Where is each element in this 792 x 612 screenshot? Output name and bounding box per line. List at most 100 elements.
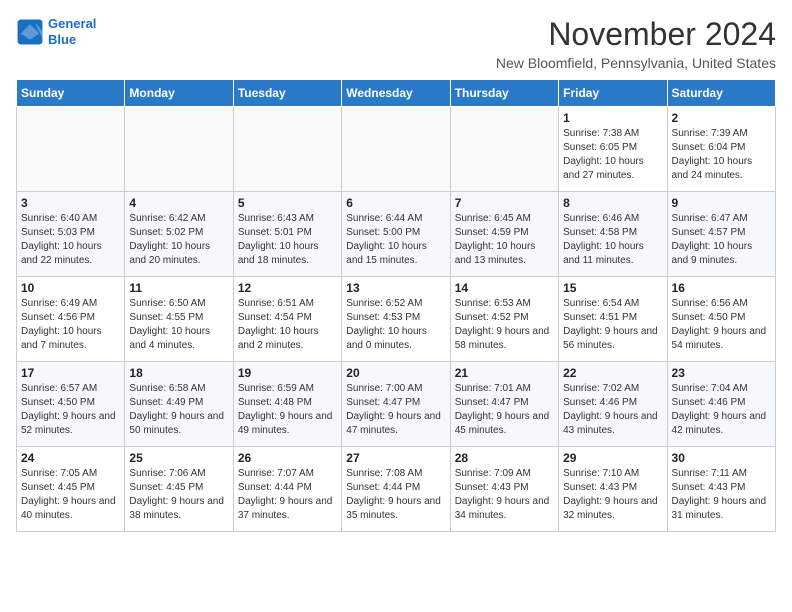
day-number: 4 [129,196,228,210]
day-detail: Sunrise: 6:53 AMSunset: 4:52 PMDaylight:… [455,297,554,353]
day-number: 8 [563,196,662,210]
day-detail: Sunrise: 6:57 AMSunset: 4:50 PMDaylight:… [21,382,120,438]
day-detail: Sunrise: 7:05 AMSunset: 4:45 PMDaylight:… [21,467,120,523]
day-number: 16 [672,281,771,295]
day-number: 13 [346,281,445,295]
day-detail: Sunrise: 7:01 AMSunset: 4:47 PMDaylight:… [455,382,554,438]
week-row-1: 1 Sunrise: 7:38 AMSunset: 6:05 PMDaylight… [17,107,776,192]
title-block: November 2024 New Bloomfield, Pennsylvan… [496,16,776,71]
header-row: SundayMondayTuesdayWednesdayThursdayFrid… [17,80,776,107]
location: New Bloomfield, Pennsylvania, United Sta… [496,55,776,71]
day-detail: Sunrise: 6:56 AMSunset: 4:50 PMDaylight:… [672,297,771,353]
day-detail: Sunrise: 7:02 AMSunset: 4:46 PMDaylight:… [563,382,662,438]
day-detail: Sunrise: 7:09 AMSunset: 4:43 PMDaylight:… [455,467,554,523]
day-number: 1 [563,111,662,125]
day-cell: 1 Sunrise: 7:38 AMSunset: 6:05 PMDaylight… [559,107,667,192]
day-detail: Sunrise: 7:04 AMSunset: 4:46 PMDaylight:… [672,382,771,438]
day-cell: 25 Sunrise: 7:06 AMSunset: 4:45 PMDayligh… [125,447,233,532]
week-row-4: 17 Sunrise: 6:57 AMSunset: 4:50 PMDayligh… [17,362,776,447]
day-number: 10 [21,281,120,295]
day-number: 28 [455,451,554,465]
day-number: 2 [672,111,771,125]
week-row-3: 10 Sunrise: 6:49 AMSunset: 4:56 PMDayligh… [17,277,776,362]
day-cell: 15Sunrise: 6:54 AMSunset: 4:51 PMDayligh… [559,277,667,362]
day-number: 14 [455,281,554,295]
week-row-2: 3 Sunrise: 6:40 AMSunset: 5:03 PMDaylight… [17,192,776,277]
day-number: 19 [238,366,337,380]
day-number: 21 [455,366,554,380]
calendar-header: SundayMondayTuesdayWednesdayThursdayFrid… [17,80,776,107]
day-cell: 2 Sunrise: 7:39 AMSunset: 6:04 PMDaylight… [667,107,775,192]
day-cell: 26 Sunrise: 7:07 AMSunset: 4:44 PMDayligh… [233,447,341,532]
day-cell: 13 Sunrise: 6:52 AMSunset: 4:53 PMDayligh… [342,277,450,362]
day-cell: 11Sunrise: 6:50 AMSunset: 4:55 PMDayligh… [125,277,233,362]
day-detail: Sunrise: 7:08 AMSunset: 4:44 PMDaylight:… [346,467,445,523]
day-number: 18 [129,366,228,380]
day-cell: 12 Sunrise: 6:51 AMSunset: 4:54 PMDayligh… [233,277,341,362]
month-title: November 2024 [496,16,776,53]
day-detail: Sunrise: 7:07 AMSunset: 4:44 PMDaylight:… [238,467,337,523]
day-cell: 9 Sunrise: 6:47 AMSunset: 4:57 PMDaylight… [667,192,775,277]
col-header-thursday: Thursday [450,80,558,107]
day-cell: 5Sunrise: 6:43 AMSunset: 5:01 PMDaylight… [233,192,341,277]
logo-line1: General [48,16,96,32]
day-detail: Sunrise: 6:45 AMSunset: 4:59 PMDaylight:… [455,212,554,268]
col-header-tuesday: Tuesday [233,80,341,107]
day-detail: Sunrise: 7:06 AMSunset: 4:45 PMDaylight:… [129,467,228,523]
day-cell: 17 Sunrise: 6:57 AMSunset: 4:50 PMDayligh… [17,362,125,447]
day-number: 9 [672,196,771,210]
day-cell: 4 Sunrise: 6:42 AMSunset: 5:02 PMDaylight… [125,192,233,277]
day-detail: Sunrise: 6:59 AMSunset: 4:48 PMDaylight:… [238,382,337,438]
day-cell [125,107,233,192]
day-cell [233,107,341,192]
day-cell [342,107,450,192]
day-detail: Sunrise: 7:39 AMSunset: 6:04 PMDaylight:… [672,127,771,183]
day-number: 29 [563,451,662,465]
day-detail: Sunrise: 6:51 AMSunset: 4:54 PMDaylight:… [238,297,337,353]
day-cell: 24Sunrise: 7:05 AMSunset: 4:45 PMDayligh… [17,447,125,532]
day-detail: Sunrise: 6:42 AMSunset: 5:02 PMDaylight:… [129,212,228,268]
day-number: 7 [455,196,554,210]
day-detail: Sunrise: 6:49 AMSunset: 4:56 PMDaylight:… [21,297,120,353]
day-number: 25 [129,451,228,465]
day-cell: 7 Sunrise: 6:45 AMSunset: 4:59 PMDaylight… [450,192,558,277]
day-number: 12 [238,281,337,295]
day-number: 17 [21,366,120,380]
day-number: 3 [21,196,120,210]
day-cell: 19 Sunrise: 6:59 AMSunset: 4:48 PMDayligh… [233,362,341,447]
day-cell: 16 Sunrise: 6:56 AMSunset: 4:50 PMDayligh… [667,277,775,362]
logo: General Blue [16,16,96,47]
day-cell: 29Sunrise: 7:10 AMSunset: 4:43 PMDayligh… [559,447,667,532]
day-number: 5 [238,196,337,210]
day-detail: Sunrise: 6:58 AMSunset: 4:49 PMDaylight:… [129,382,228,438]
logo-icon [16,18,44,46]
day-number: 22 [563,366,662,380]
day-cell: 23Sunrise: 7:04 AMSunset: 4:46 PMDayligh… [667,362,775,447]
day-detail: Sunrise: 6:47 AMSunset: 4:57 PMDaylight:… [672,212,771,268]
day-cell: 6Sunrise: 6:44 AMSunset: 5:00 PMDaylight… [342,192,450,277]
calendar-table: SundayMondayTuesdayWednesdayThursdayFrid… [16,79,776,532]
day-detail: Sunrise: 6:50 AMSunset: 4:55 PMDaylight:… [129,297,228,353]
day-detail: Sunrise: 7:38 AMSunset: 6:05 PMDaylight:… [563,127,662,183]
day-detail: Sunrise: 6:44 AMSunset: 5:00 PMDaylight:… [346,212,445,268]
day-cell: 30Sunrise: 7:11 AMSunset: 4:43 PMDayligh… [667,447,775,532]
day-cell: 3 Sunrise: 6:40 AMSunset: 5:03 PMDaylight… [17,192,125,277]
day-detail: Sunrise: 6:40 AMSunset: 5:03 PMDaylight:… [21,212,120,268]
col-header-sunday: Sunday [17,80,125,107]
logo-line2: Blue [48,32,96,48]
col-header-saturday: Saturday [667,80,775,107]
day-detail: Sunrise: 7:11 AMSunset: 4:43 PMDaylight:… [672,467,771,523]
day-number: 26 [238,451,337,465]
day-cell: 28 Sunrise: 7:09 AMSunset: 4:43 PMDayligh… [450,447,558,532]
day-detail: Sunrise: 6:46 AMSunset: 4:58 PMDaylight:… [563,212,662,268]
day-detail: Sunrise: 7:00 AMSunset: 4:47 PMDaylight:… [346,382,445,438]
col-header-monday: Monday [125,80,233,107]
col-header-friday: Friday [559,80,667,107]
day-cell [17,107,125,192]
col-header-wednesday: Wednesday [342,80,450,107]
calendar-body: 1 Sunrise: 7:38 AMSunset: 6:05 PMDaylight… [17,107,776,532]
day-cell: 10 Sunrise: 6:49 AMSunset: 4:56 PMDayligh… [17,277,125,362]
day-cell: 14 Sunrise: 6:53 AMSunset: 4:52 PMDayligh… [450,277,558,362]
day-number: 27 [346,451,445,465]
day-detail: Sunrise: 6:52 AMSunset: 4:53 PMDaylight:… [346,297,445,353]
